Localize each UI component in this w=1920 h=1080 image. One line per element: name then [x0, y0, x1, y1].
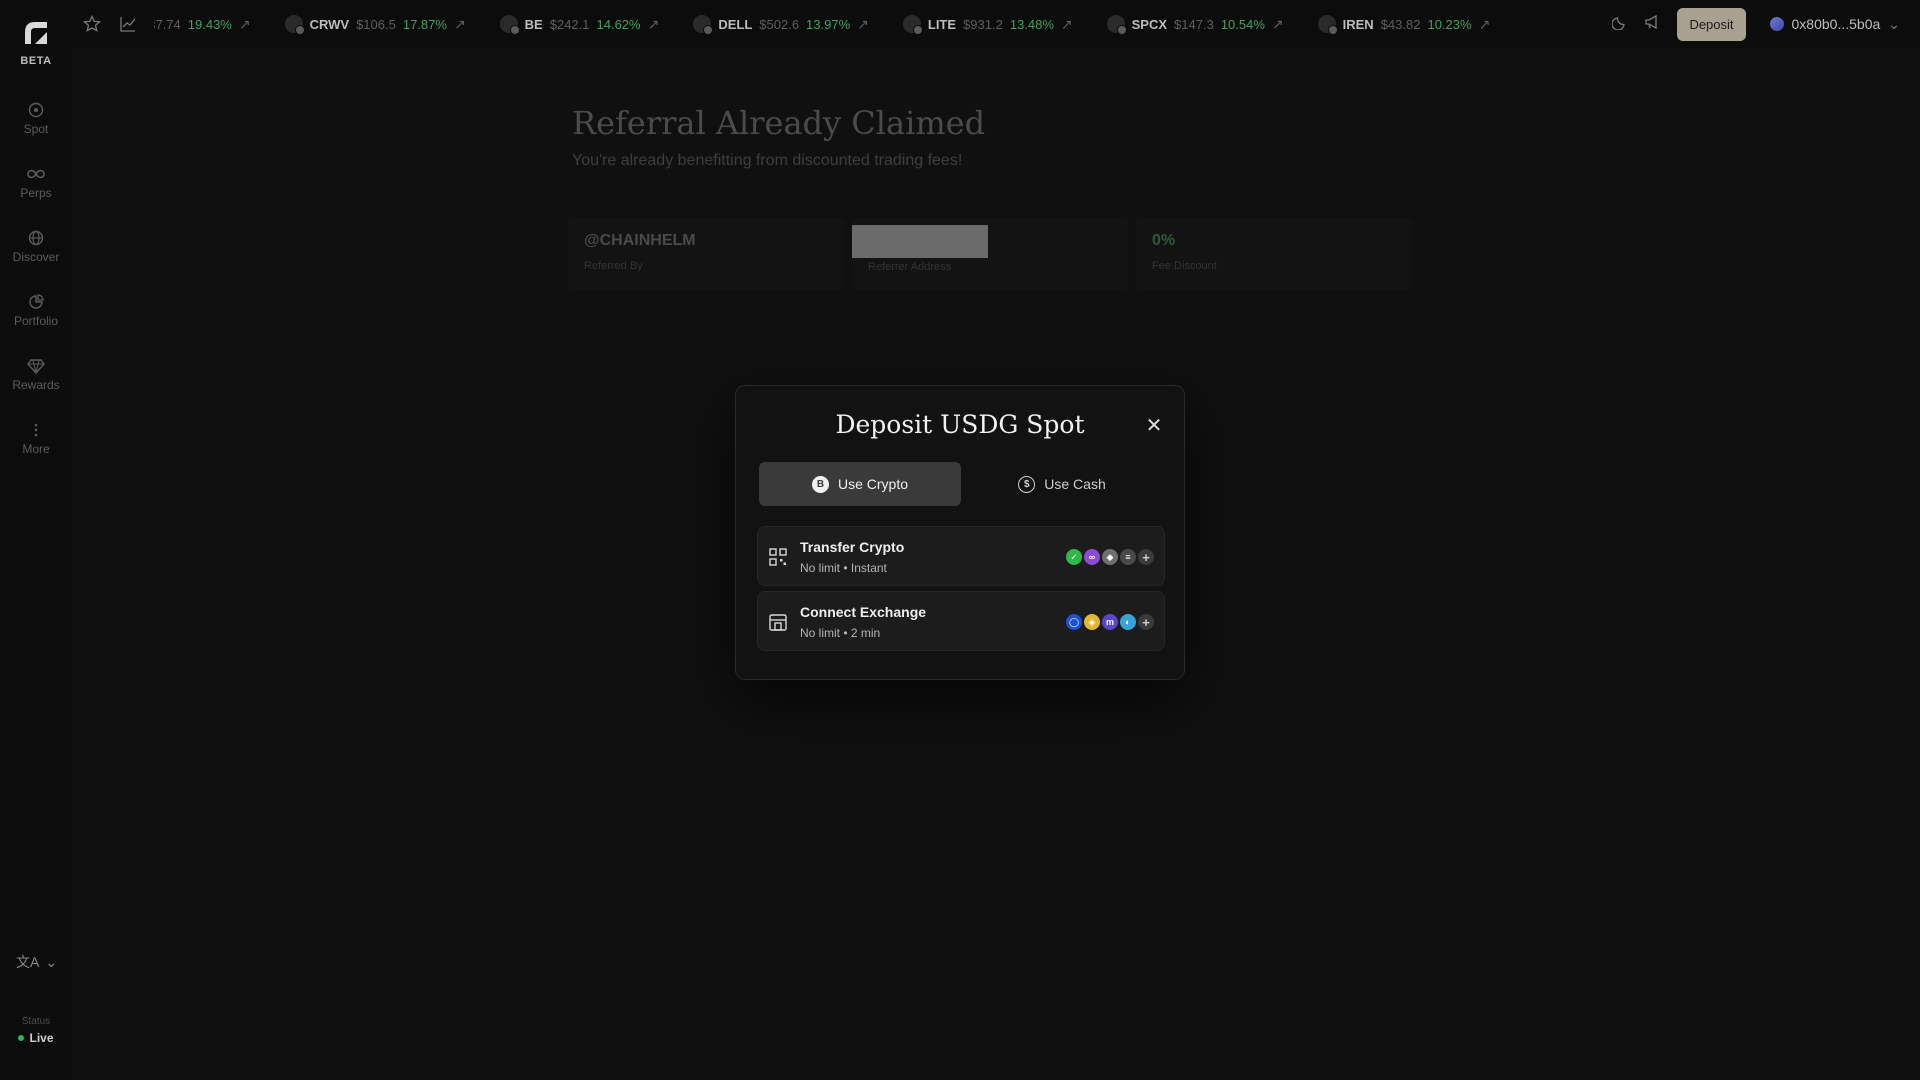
- deposit-method-tabs: B Use Crypto $ Use Cash: [759, 462, 1163, 506]
- tab-use-crypto-label: Use Crypto: [837, 476, 909, 492]
- plus-icon: +: [1138, 614, 1154, 630]
- exchange-logo-icon: m: [1102, 614, 1118, 630]
- bitcoin-icon: B: [811, 475, 829, 493]
- binance-icon: ◈: [1084, 614, 1100, 630]
- transfer-crypto-option[interactable]: Transfer Crypto No limit • Instant ✓ ∞ ◆…: [757, 526, 1165, 586]
- tab-use-crypto[interactable]: B Use Crypto: [759, 462, 961, 506]
- tab-use-cash-label: Use Cash: [1044, 476, 1106, 492]
- chain-logo-icon: ∞: [1084, 549, 1100, 565]
- qr-code-icon: [769, 548, 787, 566]
- connect-exchange-subtitle: No limit • 2 min: [800, 626, 881, 640]
- exchange-building-icon: [769, 614, 787, 631]
- connect-exchange-option[interactable]: Connect Exchange No limit • 2 min ◯ ◈ m …: [757, 591, 1165, 651]
- coinbase-icon: ◯: [1066, 614, 1082, 630]
- plus-icon: +: [1138, 549, 1154, 565]
- close-icon[interactable]: ✕: [1144, 416, 1164, 436]
- supported-exchanges: ◯ ◈ m ◐ +: [1066, 614, 1154, 630]
- exchange-logo-icon: ◐: [1120, 614, 1136, 630]
- transfer-crypto-subtitle: No limit • Instant: [800, 561, 887, 575]
- solana-icon: ≡: [1120, 549, 1136, 565]
- dollar-icon: $: [1018, 475, 1036, 493]
- app-root: BETA Spot Perps Discover Portfolio Rewar…: [0, 0, 1920, 1080]
- supported-chains: ✓ ∞ ◆ ≡ +: [1066, 549, 1154, 565]
- chain-logo-icon: ✓: [1066, 549, 1082, 565]
- connect-exchange-title: Connect Exchange: [800, 604, 927, 620]
- transfer-crypto-title: Transfer Crypto: [800, 539, 905, 555]
- ethereum-icon: ◆: [1102, 549, 1118, 565]
- tab-use-cash[interactable]: $ Use Cash: [961, 462, 1163, 506]
- modal-title: Deposit USDG Spot: [835, 410, 1085, 439]
- deposit-modal: Deposit USDG Spot ✕ B Use Crypto $ Use C…: [735, 385, 1185, 680]
